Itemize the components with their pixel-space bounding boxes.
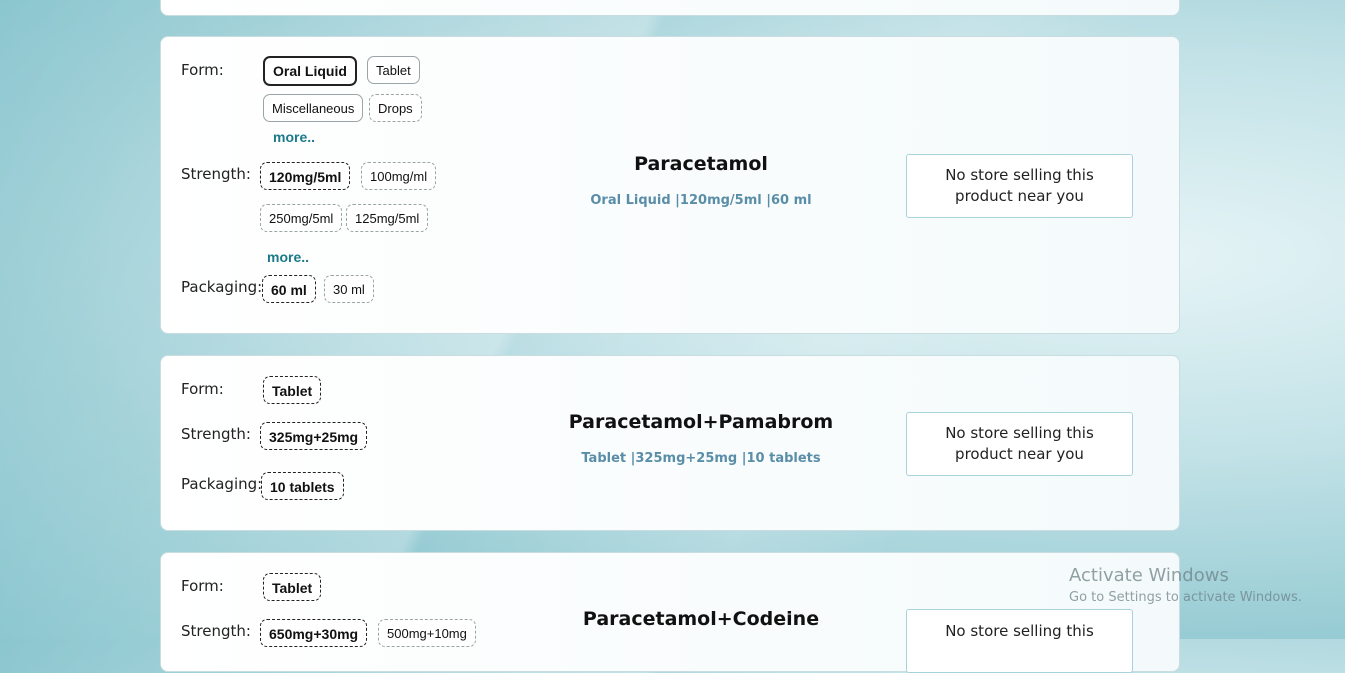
form-option[interactable]: Tablet <box>367 56 420 84</box>
strength-option[interactable]: 500mg+10mg <box>378 619 476 647</box>
strength-option[interactable]: 250mg/5ml <box>260 204 343 232</box>
strength-more-link[interactable]: more.. <box>267 249 309 265</box>
packaging-option-selected[interactable]: 10 tablets <box>261 472 344 500</box>
strength-option-selected[interactable]: 325mg+25mg <box>260 422 368 450</box>
store-availability-box: No store selling this <box>906 609 1133 673</box>
form-more-link[interactable]: more.. <box>273 129 315 145</box>
product-card: Form: Oral Liquid Tablet Miscellaneous D… <box>160 36 1180 334</box>
store-availability-box: No store selling this product near you <box>906 154 1133 218</box>
form-option-selected[interactable]: Tablet <box>263 376 322 404</box>
store-availability-box: No store selling this product near you <box>906 412 1133 476</box>
windows-activation-watermark-title: Activate Windows <box>1069 565 1229 586</box>
strength-label: Strength: <box>181 165 251 183</box>
packaging-label: Packaging: <box>181 278 263 296</box>
product-card: Form: Tablet Strength: 650mg+30mg 500mg+… <box>160 552 1180 673</box>
strength-option-selected[interactable]: 650mg+30mg <box>260 619 368 647</box>
product-subtitle: Tablet |325mg+25mg |10 tablets <box>581 451 821 466</box>
product-title[interactable]: Paracetamol <box>481 153 921 175</box>
strength-option[interactable]: 125mg/5ml <box>346 204 429 232</box>
packaging-option[interactable]: 30 ml <box>324 275 374 303</box>
packaging-label: Packaging: <box>181 475 263 493</box>
form-option[interactable]: Drops <box>369 94 422 122</box>
form-label: Form: <box>181 61 224 79</box>
product-card-partial-top <box>160 0 1180 16</box>
strength-label: Strength: <box>181 425 251 443</box>
packaging-option-selected[interactable]: 60 ml <box>262 275 316 303</box>
product-title[interactable]: Paracetamol+Codeine <box>481 608 921 630</box>
strength-label: Strength: <box>181 622 251 640</box>
form-label: Form: <box>181 577 224 595</box>
strength-option-selected[interactable]: 120mg/5ml <box>260 162 351 190</box>
form-option-selected[interactable]: Oral Liquid <box>263 56 357 86</box>
form-option-selected[interactable]: Tablet <box>263 573 322 601</box>
product-card: Form: Tablet Strength: 325mg+25mg Packag… <box>160 355 1180 531</box>
form-option[interactable]: Miscellaneous <box>263 94 364 122</box>
product-title[interactable]: Paracetamol+Pamabrom <box>481 411 921 433</box>
form-label: Form: <box>181 380 224 398</box>
windows-activation-watermark-subtitle: Go to Settings to activate Windows. <box>1069 590 1302 605</box>
product-subtitle: Oral Liquid |120mg/5ml |60 ml <box>590 193 812 208</box>
strength-option[interactable]: 100mg/ml <box>361 162 437 190</box>
